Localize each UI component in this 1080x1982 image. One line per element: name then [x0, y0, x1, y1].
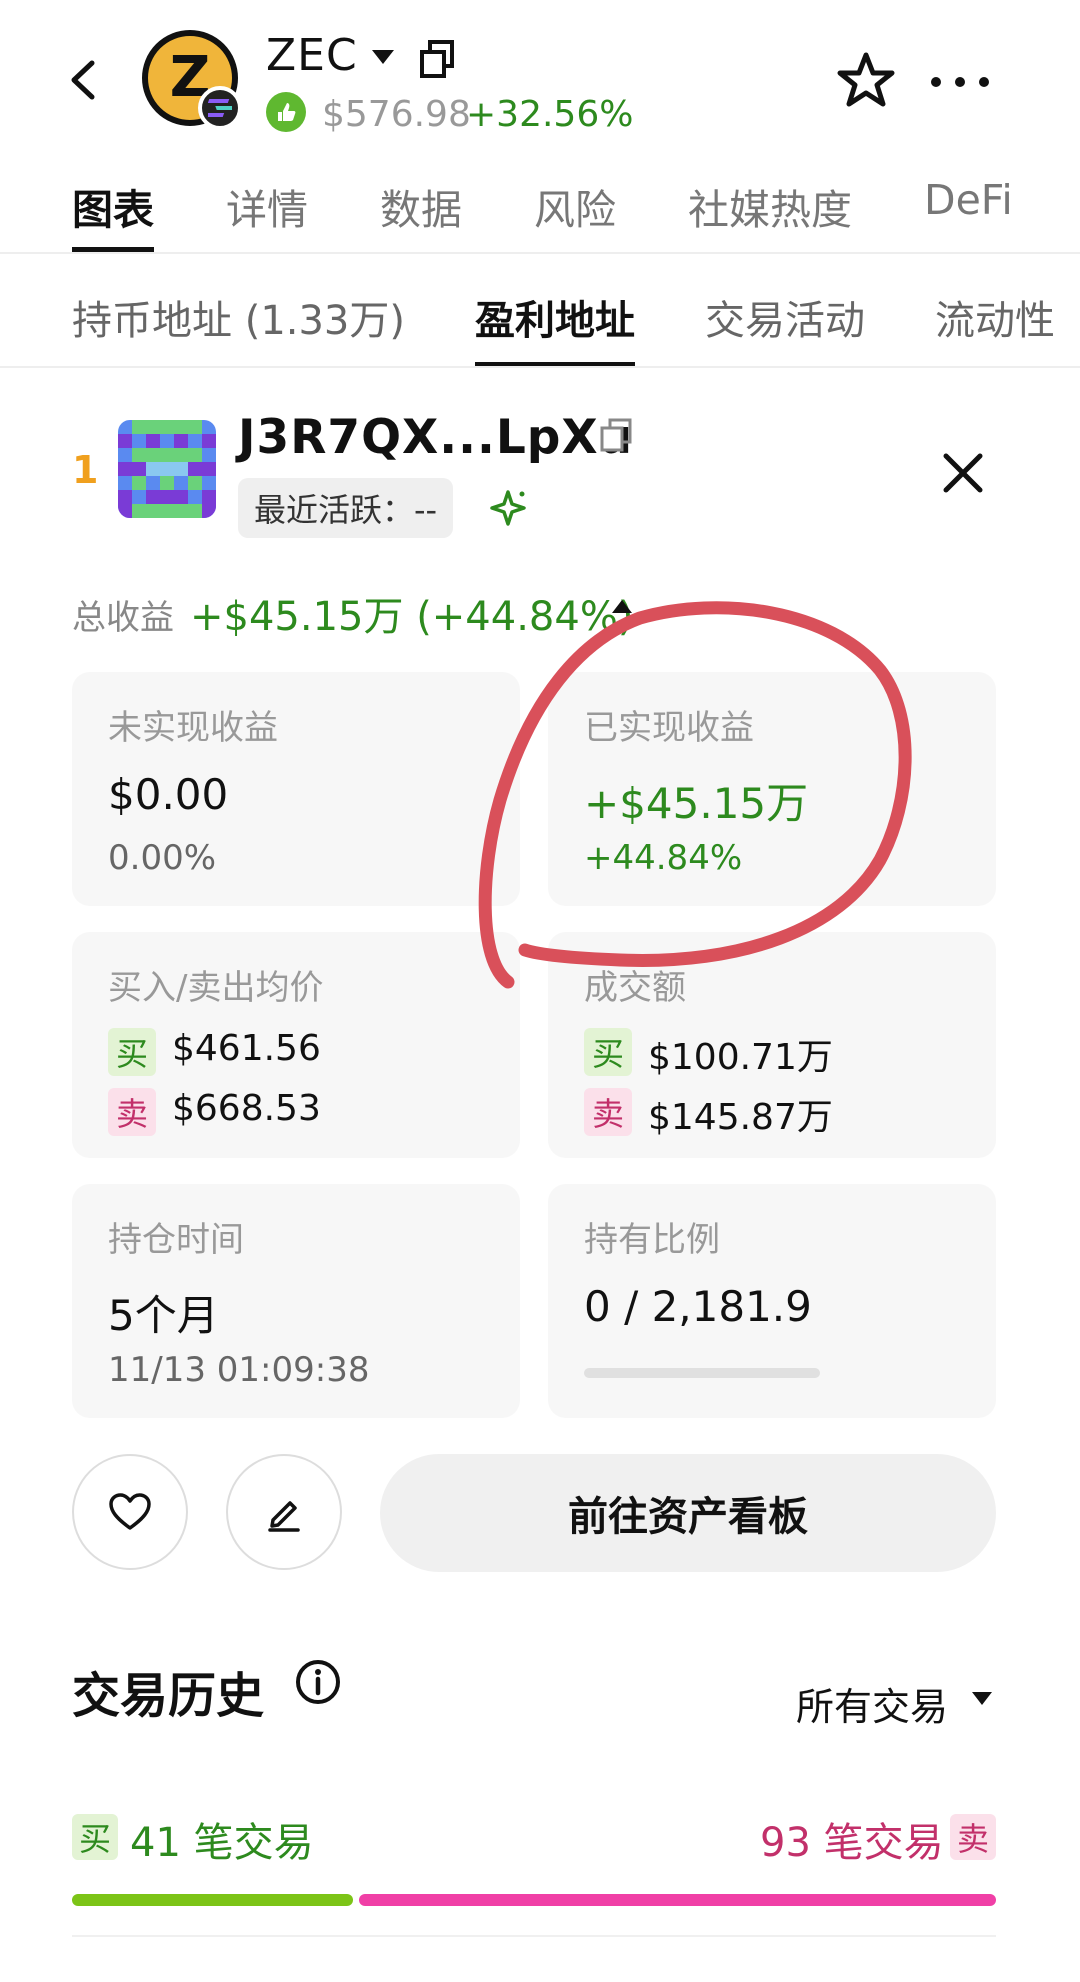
card-label: 持仓时间	[108, 1220, 244, 1260]
holding-ratio-card: 持有比例 0 / 2,181.9	[548, 1184, 996, 1418]
caret-down-icon[interactable]	[372, 50, 394, 64]
card-label: 持有比例	[584, 1220, 720, 1260]
price-change: +32.56%	[466, 94, 634, 135]
avatar	[118, 420, 216, 518]
buy-tag: 买	[108, 1028, 156, 1076]
card-percent: +44.84%	[584, 838, 743, 878]
sparkle-icon[interactable]	[488, 488, 528, 528]
verified-icon	[266, 92, 306, 132]
card-value: 0 / 2,181.9	[584, 1282, 812, 1331]
tab-defi[interactable]: DeFi	[924, 176, 1013, 256]
star-icon[interactable]	[836, 50, 896, 110]
heart-icon	[109, 1493, 151, 1530]
total-profit-value: +$45.15万 (+44.84%)	[190, 594, 634, 640]
tab-risk[interactable]: 风险	[534, 176, 616, 256]
buy-trade-count: 41 笔交易	[130, 1820, 314, 1866]
sell-ratio-segment	[359, 1894, 996, 1906]
avg-buy-price: $461.56	[172, 1028, 321, 1069]
subtab-holders[interactable]: 持币地址 (1.33万)	[72, 288, 405, 368]
holding-progress-bar	[584, 1368, 820, 1378]
caret-up-icon[interactable]	[612, 600, 632, 613]
close-icon[interactable]	[938, 448, 988, 498]
unrealized-profit-card: 未实现收益 $0.00 0.00%	[72, 672, 520, 906]
total-profit-label: 总收益	[72, 598, 174, 638]
divider	[0, 366, 1080, 368]
coin-symbol[interactable]: ZEC	[266, 30, 358, 81]
volume-card: 成交额 买 $100.71万 卖 $145.87万	[548, 932, 996, 1158]
holding-time-card: 持仓时间 5个月 11/13 01:09:38	[72, 1184, 520, 1418]
rank-number: 1	[72, 448, 99, 492]
avg-price-card: 买入/卖出均价 买 $461.56 卖 $668.53	[72, 932, 520, 1158]
subtab-profitable[interactable]: 盈利地址	[475, 288, 635, 368]
buy-tag: 买	[72, 1814, 118, 1860]
last-active-badge: 最近活跃：--	[238, 478, 454, 538]
tab-chart[interactable]: 图表	[72, 176, 154, 256]
sell-tag: 卖	[108, 1088, 156, 1136]
card-value: 5个月	[108, 1291, 219, 1340]
sub-tabs: 持币地址 (1.33万) 盈利地址 交易活动 流动性	[72, 288, 1080, 368]
card-timestamp: 11/13 01:09:38	[108, 1350, 370, 1390]
wallet-address: J3R7QX...LpXu	[238, 410, 634, 465]
price-text: $576.98	[322, 94, 471, 135]
trade-history-title: 交易历史	[72, 1668, 265, 1724]
solana-chain-icon	[198, 86, 242, 130]
buy-sell-ratio-bar	[72, 1894, 996, 1906]
subtab-liquidity[interactable]: 流动性	[935, 288, 1055, 368]
back-icon[interactable]	[60, 55, 110, 105]
tab-details[interactable]: 详情	[226, 176, 308, 256]
asset-dashboard-button[interactable]: 前往资产看板	[380, 1454, 996, 1572]
card-value: $0.00	[108, 770, 229, 819]
top-tabs: 图表 详情 数据 风险 社媒热度 DeFi	[72, 176, 1080, 256]
info-icon[interactable]	[294, 1658, 342, 1706]
realized-profit-card: 已实现收益 +$45.15万 +44.84%	[548, 672, 996, 906]
buy-tag: 买	[584, 1028, 632, 1076]
tab-social[interactable]: 社媒热度	[688, 176, 852, 256]
buy-volume: $100.71万	[648, 1037, 833, 1078]
card-label: 买入/卖出均价	[108, 968, 324, 1008]
trade-filter-dropdown[interactable]: 所有交易	[796, 1676, 948, 1731]
card-label: 未实现收益	[108, 708, 278, 748]
edit-button[interactable]	[226, 1454, 342, 1570]
card-percent: 0.00%	[108, 838, 217, 878]
more-icon[interactable]	[928, 62, 992, 102]
subtab-activity[interactable]: 交易活动	[705, 288, 865, 368]
sell-trade-count: 93 笔交易	[760, 1820, 944, 1866]
divider	[0, 252, 1080, 254]
divider	[72, 1935, 996, 1937]
sell-volume: $145.87万	[648, 1097, 833, 1138]
card-value: +$45.15万	[584, 779, 809, 828]
tab-data[interactable]: 数据	[380, 176, 462, 256]
sell-tag: 卖	[584, 1088, 632, 1136]
card-label: 已实现收益	[584, 708, 754, 748]
pencil-icon	[268, 1501, 300, 1532]
avg-sell-price: $668.53	[172, 1088, 321, 1129]
sell-tag: 卖	[950, 1814, 996, 1860]
caret-down-icon[interactable]	[972, 1692, 992, 1705]
copy-icon[interactable]	[598, 416, 634, 454]
favorite-button[interactable]	[72, 1454, 188, 1570]
card-label: 成交额	[584, 968, 686, 1008]
buy-ratio-segment	[72, 1894, 353, 1906]
copy-icon[interactable]	[418, 38, 456, 78]
